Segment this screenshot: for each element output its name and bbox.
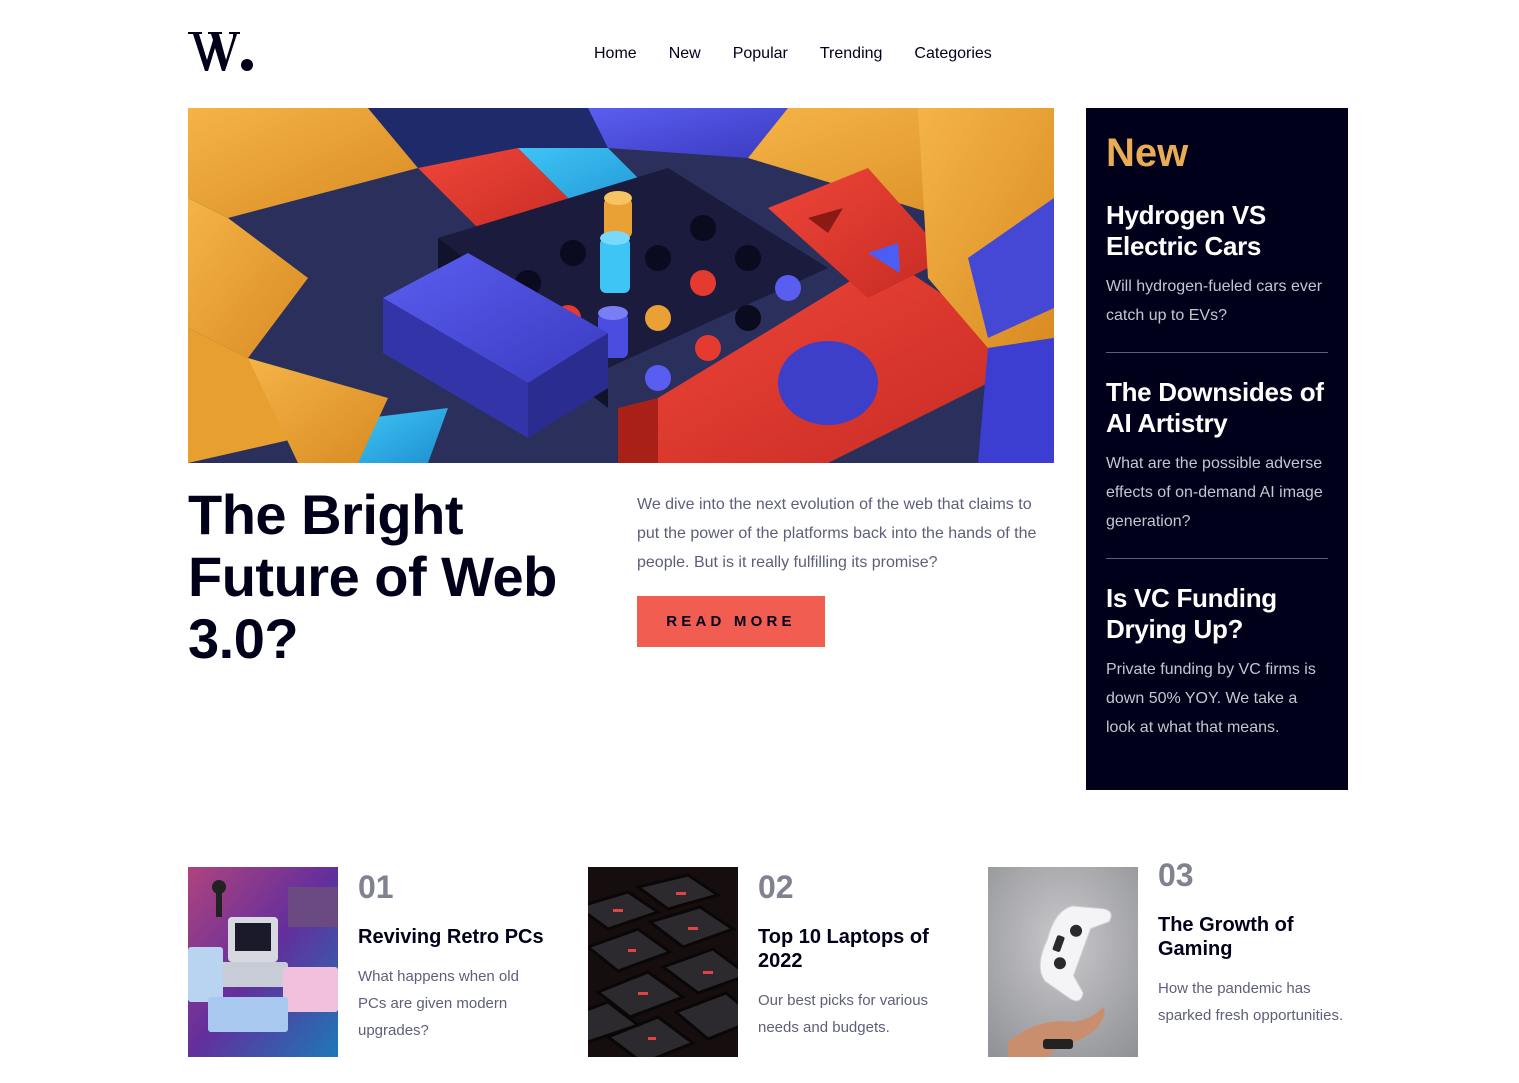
hero-image bbox=[188, 108, 1054, 463]
nav-item-new[interactable]: New bbox=[669, 44, 701, 64]
retro-pcs-thumbnail[interactable] bbox=[188, 867, 338, 1057]
new-article-description: Will hydrogen-fueled cars ever catch up … bbox=[1106, 278, 1323, 324]
card-description: How the pandemic has sparked fresh oppor… bbox=[1158, 980, 1344, 1024]
new-articles-panel: New Hydrogen VS Electric Cars Will hydro… bbox=[1086, 108, 1348, 790]
new-article-title[interactable]: Is VC Funding Drying Up? bbox=[1106, 583, 1328, 645]
card-description: What happens when old PCs are given mode… bbox=[358, 968, 519, 1039]
new-article-item[interactable]: Hydrogen VS Electric Cars Will hydrogen-… bbox=[1106, 200, 1328, 353]
article-card[interactable]: 03 The Growth of Gaming How the pandemic… bbox=[988, 857, 1348, 1057]
laptops-thumbnail[interactable] bbox=[588, 867, 738, 1057]
main-nav: Home New Popular Trending Categories bbox=[594, 44, 992, 64]
new-article-item[interactable]: Is VC Funding Drying Up? Private funding… bbox=[1106, 583, 1328, 764]
new-article-title[interactable]: The Downsides of AI Artistry bbox=[1106, 377, 1328, 439]
card-number: 01 bbox=[358, 869, 394, 905]
nav-item-trending[interactable]: Trending bbox=[820, 44, 883, 64]
new-panel-heading: New bbox=[1106, 131, 1189, 175]
card-description: Our best picks for various needs and bud… bbox=[758, 992, 929, 1036]
card-title[interactable]: Reviving Retro PCs bbox=[358, 925, 548, 949]
new-article-description: What are the possible adverse effects of… bbox=[1106, 455, 1323, 530]
card-number: 03 bbox=[1158, 857, 1194, 893]
gaming-thumbnail[interactable] bbox=[988, 867, 1138, 1057]
nav-item-categories[interactable]: Categories bbox=[914, 44, 991, 64]
card-title[interactable]: Top 10 Laptops of 2022 bbox=[758, 925, 948, 973]
card-title[interactable]: The Growth of Gaming bbox=[1158, 913, 1348, 961]
new-article-title[interactable]: Hydrogen VS Electric Cars bbox=[1106, 200, 1328, 262]
article-card[interactable]: 02 Top 10 Laptops of 2022 Our best picks… bbox=[588, 867, 948, 1057]
site-logo[interactable] bbox=[188, 28, 254, 74]
card-number: 02 bbox=[758, 869, 794, 905]
nav-item-home[interactable]: Home bbox=[594, 44, 637, 64]
nav-item-popular[interactable]: Popular bbox=[733, 44, 788, 64]
new-article-description: Private funding by VC firms is down 50% … bbox=[1106, 661, 1316, 736]
hero-title: The Bright Future of Web 3.0? bbox=[188, 483, 557, 670]
new-article-item[interactable]: The Downsides of AI Artistry What are th… bbox=[1106, 377, 1328, 559]
hero-description: We dive into the next evolution of the w… bbox=[637, 496, 1037, 571]
read-more-button[interactable]: READ MORE bbox=[637, 596, 825, 647]
article-card[interactable]: 01 Reviving Retro PCs What happens when … bbox=[188, 867, 548, 1057]
